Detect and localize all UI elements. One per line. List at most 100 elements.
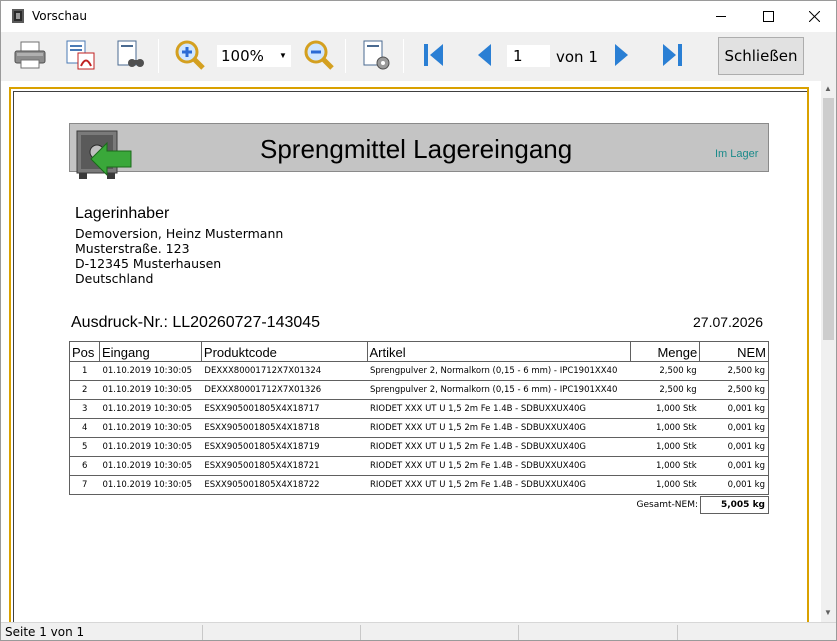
close-button[interactable]: Schließen — [718, 37, 804, 75]
row-pos: 5 — [69, 437, 100, 457]
row-nem: 0,001 kg — [699, 418, 769, 438]
table-row: 1 01.10.2019 10:30:05 DEXXX80001712X7X0132… — [69, 361, 769, 381]
row-code: ESXX905001805X4X18717 — [201, 399, 367, 419]
zoom-out-button[interactable] — [301, 37, 337, 73]
column-header: Produktcode — [200, 341, 367, 362]
row-quantity: 1,000 Stk — [630, 437, 700, 457]
column-header: Artikel — [366, 341, 631, 362]
zoom-select[interactable]: 100% ▼ — [217, 45, 291, 67]
row-code: DEXXX80001712X7X01326 — [201, 380, 367, 400]
window-title: Vorschau — [32, 9, 87, 23]
owner-city: D-12345 Musterhausen — [75, 256, 222, 271]
zoom-out-icon — [304, 40, 334, 70]
row-code: ESXX905001805X4X18721 — [201, 456, 367, 476]
minimize-icon — [715, 16, 726, 17]
row-nem: 0,001 kg — [699, 456, 769, 476]
print-button[interactable] — [12, 37, 48, 73]
row-pos: 2 — [69, 380, 100, 400]
preview-window: Vorschau 100% ▼ 1 von 1 Schließen Spreng… — [0, 0, 837, 641]
owner-name: Demoversion, Heinz Mustermann — [75, 226, 284, 241]
maximize-icon — [762, 11, 774, 22]
minimize-button[interactable] — [698, 1, 744, 32]
row-article: RIODET XXX UT U 1,5 2m Fe 1.4B - SDBUXXU… — [367, 475, 631, 495]
row-date: 01.10.2019 10:30:05 — [99, 437, 202, 457]
print-number: Ausdruck-Nr.: LL20260727-143045 — [71, 314, 321, 331]
row-pos: 7 — [69, 475, 100, 495]
scroll-up-icon[interactable]: ▲ — [824, 84, 832, 93]
table-row: 2 01.10.2019 10:30:05 DEXXX80001712X7X0132… — [69, 380, 769, 400]
page-number-input[interactable]: 1 — [507, 45, 550, 67]
zoom-in-button[interactable] — [172, 37, 208, 73]
row-quantity: 1,000 Stk — [630, 399, 700, 419]
row-article: RIODET XXX UT U 1,5 2m Fe 1.4B - SDBUXXU… — [367, 399, 631, 419]
first-page-icon — [424, 44, 443, 66]
close-window-button[interactable] — [791, 1, 836, 32]
last-page-button[interactable] — [654, 37, 690, 73]
total-label: Gesamt-NEM: — [636, 500, 698, 510]
row-pos: 6 — [69, 456, 100, 476]
row-article: RIODET XXX UT U 1,5 2m Fe 1.4B - SDBUXXU… — [367, 437, 631, 457]
preview-area: Sprengmittel Lagereingang Im Lager Lager… — [1, 81, 821, 622]
row-date: 01.10.2019 10:30:05 — [99, 475, 202, 495]
chevron-down-icon: ▼ — [279, 51, 287, 60]
row-article: Sprengpulver 2, Normalkorn (0,15 - 6 mm)… — [367, 380, 631, 400]
scrollbar-thumb[interactable] — [823, 98, 834, 340]
owner-title: Lagerinhaber — [75, 205, 170, 222]
toolbar: 100% ▼ 1 von 1 Schließen — [1, 32, 836, 81]
vertical-scrollbar[interactable]: ▲ ▼ — [821, 81, 836, 622]
row-quantity: 1,000 Stk — [630, 475, 700, 495]
row-code: ESXX905001805X4X18719 — [201, 437, 367, 457]
report-page: Sprengmittel Lagereingang Im Lager Lager… — [9, 87, 809, 622]
safe-icon — [76, 130, 132, 179]
row-pos: 3 — [69, 399, 100, 419]
first-page-button[interactable] — [416, 37, 452, 73]
status-bar: Seite 1 von 1 — [1, 622, 836, 640]
table-row: 4 01.10.2019 10:30:05 ESXX905001805X4X1871… — [69, 418, 769, 438]
row-date: 01.10.2019 10:30:05 — [99, 399, 202, 419]
print-date: 27.07.2026 — [693, 314, 764, 330]
page-setup-button[interactable] — [358, 37, 394, 73]
row-code: ESXX905001805X4X18722 — [201, 475, 367, 495]
report-title: Sprengmittel Lagereingang — [260, 134, 573, 164]
row-quantity: 1,000 Stk — [630, 456, 700, 476]
row-code: DEXXX80001712X7X01324 — [201, 361, 367, 381]
close-icon — [808, 11, 820, 22]
row-quantity: 2,500 kg — [630, 361, 700, 381]
row-date: 01.10.2019 10:30:05 — [99, 361, 202, 381]
row-pos: 4 — [69, 418, 100, 438]
row-quantity: 2,500 kg — [630, 380, 700, 400]
scroll-down-icon[interactable]: ▼ — [824, 608, 832, 617]
owner-country: Deutschland — [75, 271, 154, 286]
row-article: RIODET XXX UT U 1,5 2m Fe 1.4B - SDBUXXU… — [367, 418, 631, 438]
row-pos: 1 — [69, 361, 100, 381]
owner-street: Musterstraße. 123 — [75, 241, 190, 256]
next-page-button[interactable] — [604, 37, 640, 73]
title-bar: Vorschau — [1, 1, 836, 32]
column-header: Eingang — [98, 341, 202, 362]
table-row: 5 01.10.2019 10:30:05 ESXX905001805X4X1871… — [69, 437, 769, 457]
find-button[interactable] — [112, 37, 148, 73]
table-row: 7 01.10.2019 10:30:05 ESXX905001805X4X1872… — [69, 475, 769, 495]
report-subtitle: Im Lager — [715, 148, 759, 160]
previous-page-button[interactable] — [466, 37, 502, 73]
stock-table: Pos Eingang Produktcode Artikel Menge NE… — [69, 341, 769, 495]
maximize-button[interactable] — [745, 1, 791, 32]
row-nem: 2,500 kg — [699, 380, 769, 400]
status-page-text: Seite 1 von 1 — [5, 625, 85, 639]
row-article: Sprengpulver 2, Normalkorn (0,15 - 6 mm)… — [367, 361, 631, 381]
app-icon — [12, 9, 24, 23]
row-nem: 0,001 kg — [699, 437, 769, 457]
table-header-row: Pos Eingang Produktcode Artikel Menge NE… — [69, 341, 769, 362]
next-page-icon — [615, 44, 628, 66]
row-code: ESXX905001805X4X18718 — [201, 418, 367, 438]
export-pdf-icon — [66, 40, 95, 70]
row-quantity: 1,000 Stk — [630, 418, 700, 438]
last-page-icon — [663, 44, 682, 66]
find-document-icon — [117, 40, 144, 67]
export-pdf-button[interactable] — [62, 37, 98, 73]
report-header: Sprengmittel Lagereingang Im Lager — [69, 123, 769, 179]
row-nem: 0,001 kg — [699, 399, 769, 419]
page-setup-icon — [363, 40, 390, 70]
row-date: 01.10.2019 10:30:05 — [99, 380, 202, 400]
row-date: 01.10.2019 10:30:05 — [99, 456, 202, 476]
